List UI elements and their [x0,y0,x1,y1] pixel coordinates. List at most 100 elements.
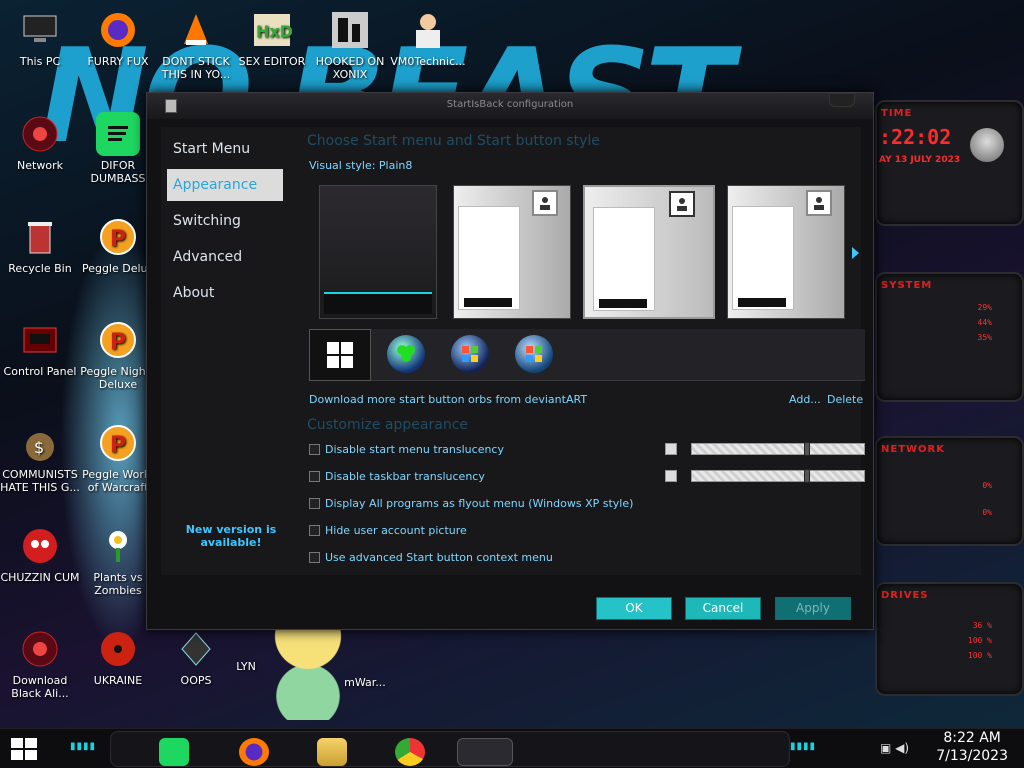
network-icon [18,112,62,156]
windows-logo-icon [327,342,353,368]
add-orb-link[interactable]: Add... [789,393,821,406]
dialog-titlebar[interactable]: StartIsBack configuration [147,93,873,119]
new-version-link[interactable]: New version is available! [171,523,291,549]
thumbnail-bar [464,298,512,307]
desktop-icon-ukraine[interactable]: UKRAINE [78,627,158,687]
radiation-icon [96,627,140,671]
recycle-bin-icon [18,215,62,259]
option-flyout[interactable]: Display All programs as flyout menu (Win… [309,497,633,510]
network-widget-title: NETWORK [881,444,946,455]
clock-time: 8:22 AM [943,730,1001,746]
checkbox[interactable] [309,525,320,536]
style-thumbnail-4[interactable] [727,185,845,319]
taskbar-spotify-icon[interactable] [159,738,189,766]
network-value: 0% [982,508,992,517]
cancel-button[interactable]: Cancel [685,597,761,620]
desktop-icon-network[interactable]: Network [0,112,80,172]
widget-panel: TIME :22:02 AY 13 JULY 2023 SYSTEM 29% 4… [875,100,1024,720]
style-thumbnail-3-selected[interactable] [583,185,715,319]
clock-date: 7/13/2023 [936,748,1008,764]
option-hide-user-picture[interactable]: Hide user account picture [309,524,467,537]
volume-icon[interactable]: ◀) [895,741,909,755]
option-advanced-context[interactable]: Use advanced Start button context menu [309,551,553,564]
drive-value: 100 % [967,651,992,660]
user-picture-icon [669,191,695,217]
xonix-icon [328,8,372,52]
drive-value: 100 % [967,636,992,645]
chuzzle-icon [18,524,62,568]
checkbox[interactable] [309,444,320,455]
taskbar-explorer-icon[interactable] [317,738,347,766]
orb-windows-flat[interactable] [309,329,371,381]
orb-windows-vista[interactable] [451,335,489,373]
thumbnail-bar [599,299,647,308]
orb-windows-7[interactable] [515,335,553,373]
start-color-swatch[interactable] [665,443,677,455]
taskbar-clock[interactable]: 8:22 AM 7/13/2023 [936,729,1008,765]
visual-style-label: Visual style: Plain8 [309,159,412,172]
thumbnail-pane [458,206,520,310]
svg-text:HxD: HxD [256,22,292,41]
taskbar-translucency-slider[interactable] [691,469,865,483]
windows-logo-icon [11,738,37,760]
scroll-right-arrow-icon[interactable] [852,247,859,259]
desktop-icon-furry-fux[interactable]: FURRY FUX [78,8,158,68]
taskbar-app-frame [110,731,790,767]
thumbnail-bar [738,298,786,307]
system-value: 35% [977,333,992,342]
option-start-translucency[interactable]: Disable start menu translucency [309,443,504,456]
option-taskbar-translucency[interactable]: Disable taskbar translucency [309,470,485,483]
system-widget-title: SYSTEM [881,280,933,291]
desktop-icon-this-pc[interactable]: This PC [0,8,80,68]
control-panel-icon [18,318,62,362]
peggle-icon: P [96,215,140,259]
checkbox[interactable] [309,498,320,509]
desktop-icon-sex-editor[interactable]: HxD SEX EDITOR [232,8,312,68]
apply-button[interactable]: Apply [775,597,851,620]
dialog-title: StartIsBack configuration [446,99,574,110]
desktop-icon-communists[interactable]: $ COMMUNISTS HATE THIS G... [0,421,80,494]
desktop-icon-chuzzin[interactable]: CHUZZIN CUM [0,524,80,584]
desktop-icon-download-black[interactable]: Download Black Ali... [0,627,80,700]
option-label: Disable taskbar translucency [325,470,485,483]
ok-button[interactable]: OK [596,597,672,620]
slider-thumb[interactable] [804,469,810,483]
spotify-icon [96,112,140,156]
doctor-icon [406,8,450,52]
time-widget: TIME :22:02 AY 13 JULY 2023 [875,100,1024,226]
desktop-icon-oops[interactable]: OOPS [156,627,236,687]
drive-value: 36 % [972,621,992,630]
desktop-icon-lyn[interactable]: LYN [226,660,266,673]
nav-item-appearance[interactable]: Appearance [167,169,283,201]
checkbox[interactable] [309,552,320,563]
desktop-icon-recycle-bin[interactable]: Recycle Bin [0,215,80,275]
start-translucency-slider[interactable] [691,442,865,456]
taskbar-startisback-icon[interactable] [457,738,513,766]
user-picture-icon [532,190,558,216]
taskbar-color-swatch[interactable] [665,470,677,482]
start-button[interactable] [10,737,38,761]
thumbnail-pane [732,206,794,310]
network-tray-icon[interactable]: ▣ [880,741,891,755]
nav-item-start-menu[interactable]: Start Menu [167,133,283,165]
taskbar-chrome-icon[interactable] [395,738,425,766]
taskbar-firefox-icon[interactable] [239,738,269,766]
close-button[interactable] [829,93,855,107]
nav-item-about[interactable]: About [167,277,283,309]
nav-item-switching[interactable]: Switching [167,205,283,237]
desktop-icon-vm0[interactable]: VM0Technic... [388,8,468,68]
desktop-icon-control-panel[interactable]: Control Panel [0,318,80,378]
delete-orb-link[interactable]: Delete [827,393,863,406]
checkbox[interactable] [309,471,320,482]
download-orbs-link[interactable]: Download more start button orbs from dev… [309,393,587,406]
style-thumbnail-2[interactable] [453,185,571,319]
desktop-icon-hooked-xonix[interactable]: HOOKED ON XONIX [310,8,390,81]
user-picture-icon [806,190,832,216]
svg-text:$: $ [34,438,44,457]
desktop-icon-dont-stick[interactable]: DONT STICK THIS IN YO... [156,8,236,81]
slider-thumb[interactable] [804,442,810,456]
orb-clover[interactable] [387,335,425,373]
nav-item-advanced[interactable]: Advanced [167,241,283,273]
windows-flag-icon [462,346,478,362]
style-thumbnail-alien[interactable] [319,185,437,319]
